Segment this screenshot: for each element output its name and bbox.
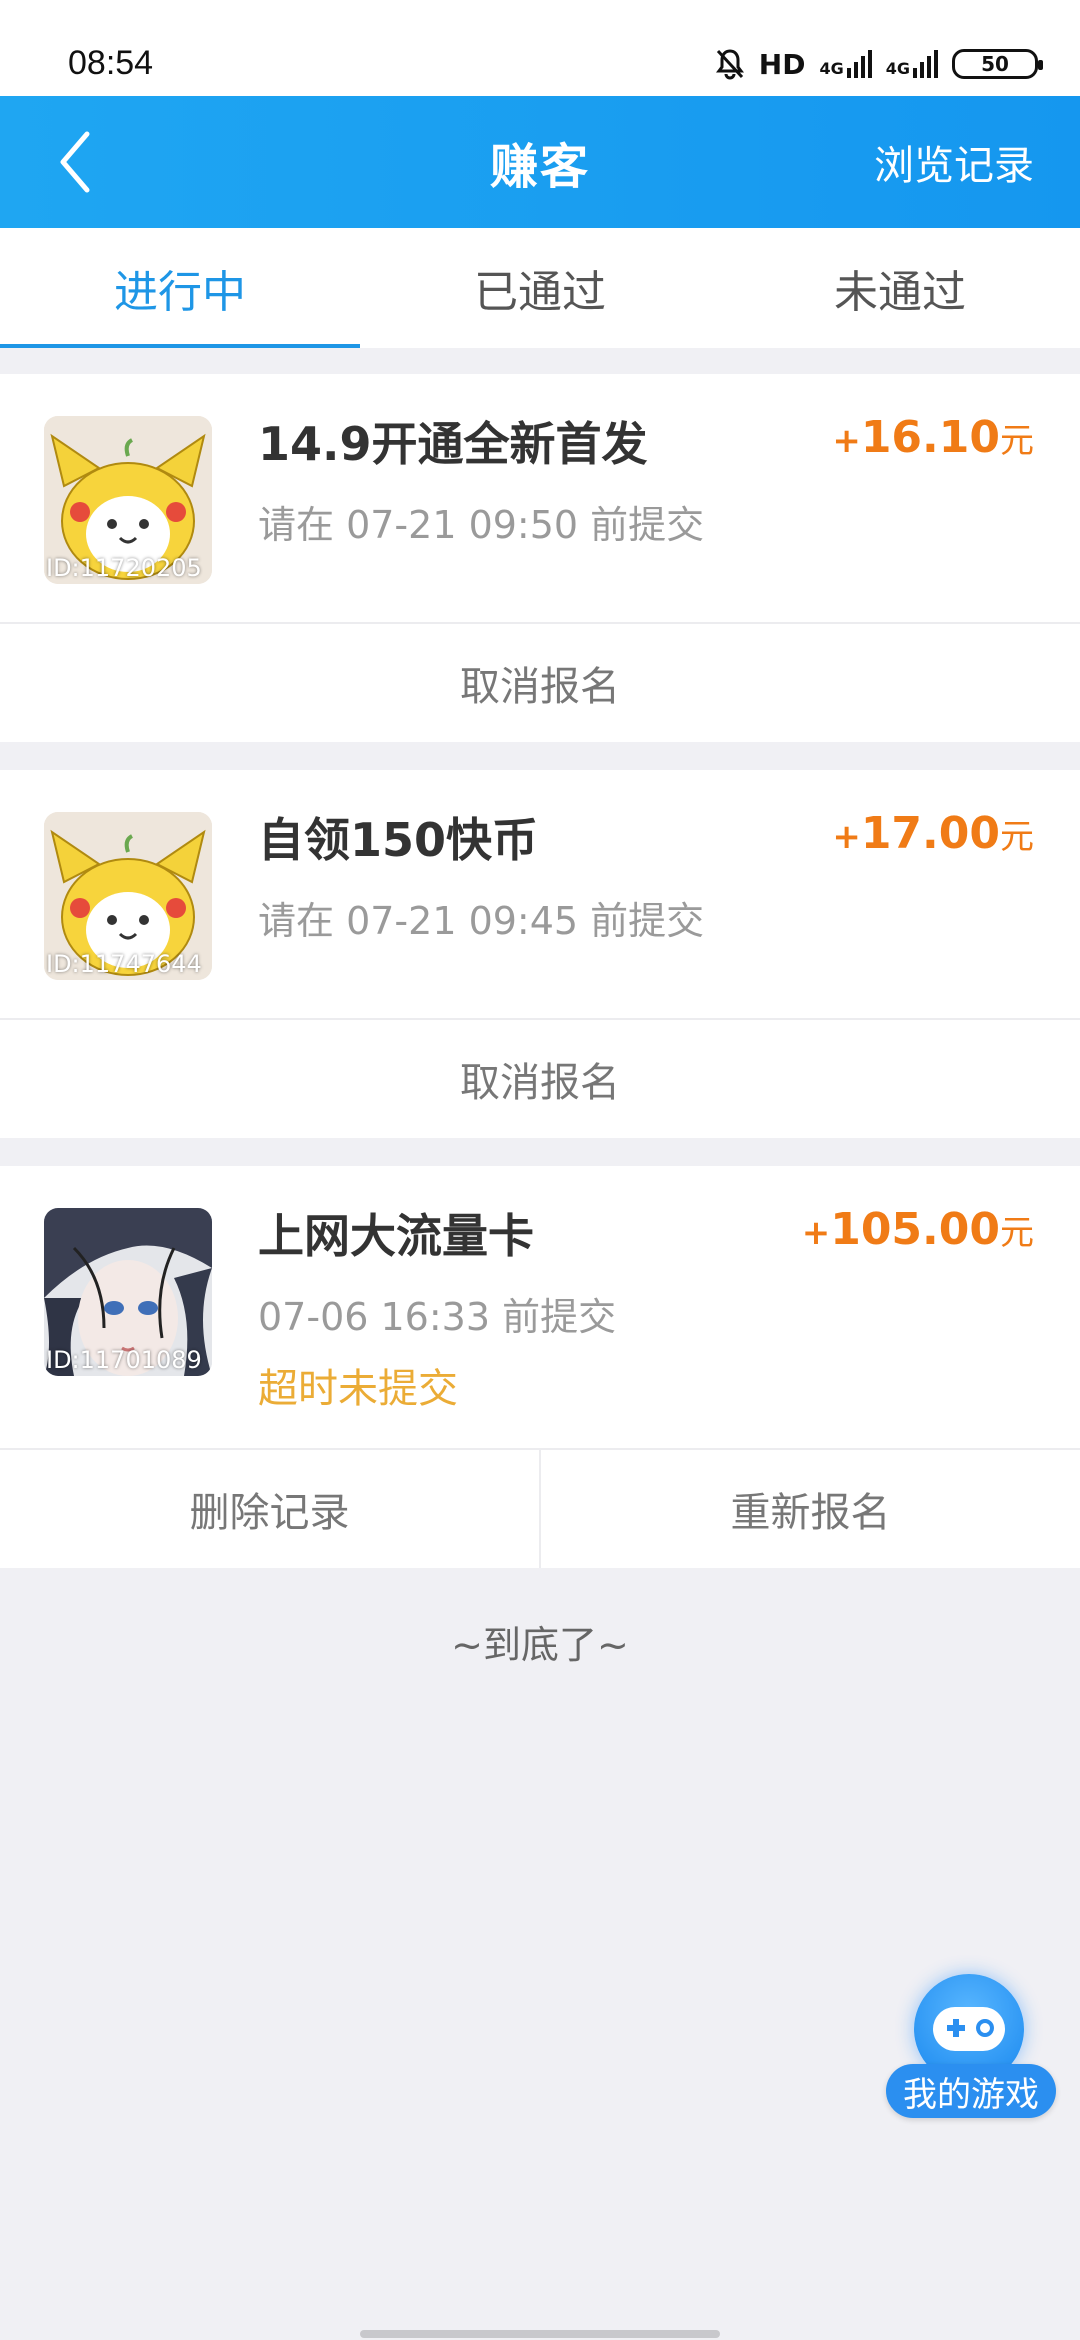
task-reward: +105.00元 <box>801 1204 1034 1255</box>
signal-4g-1: 4G <box>819 50 872 78</box>
status-bar: 08:54 HD 4G 4G 50 <box>0 0 1080 96</box>
hd-label: HD <box>758 47 806 81</box>
task-avatar: ID:11701089 <box>44 1208 212 1376</box>
task-id: ID:11747644 <box>46 950 202 978</box>
task-title: 自领150快币 <box>258 813 539 867</box>
task-reward: +17.00元 <box>832 808 1034 859</box>
end-of-list-text: ~到底了~ <box>451 1623 629 1667</box>
browse-history-link[interactable]: 浏览记录 <box>874 96 1034 228</box>
task-id: ID:11720205 <box>46 554 202 582</box>
battery-icon: 50 <box>952 49 1043 79</box>
re-signup-button[interactable]: 重新报名 <box>539 1450 1080 1568</box>
task-card[interactable]: ID:11701089 上网大流量卡 07-06 16:33 前提交 超时未提交… <box>0 1166 1080 1568</box>
tab-in-progress[interactable]: 进行中 <box>0 228 360 348</box>
cancel-signup-button[interactable]: 取消报名 <box>0 1020 1080 1138</box>
task-title: 14.9开通全新首发 <box>258 417 648 471</box>
task-avatar: ID:11747644 <box>44 812 212 980</box>
task-id: ID:11701089 <box>46 1346 202 1374</box>
task-reward: +16.10元 <box>832 412 1034 463</box>
delete-record-button[interactable]: 删除记录 <box>0 1450 539 1568</box>
home-indicator[interactable] <box>360 2330 720 2338</box>
task-actions: 取消报名 <box>0 624 1080 742</box>
task-actions: 删除记录 重新报名 <box>0 1450 1080 1568</box>
task-deadline: 07-06 16:33 前提交 <box>258 1295 617 1339</box>
task-status-badge: 超时未提交 <box>258 1366 458 1412</box>
status-time: 08:54 <box>68 44 154 82</box>
task-actions: 取消报名 <box>0 1020 1080 1138</box>
tab-passed[interactable]: 已通过 <box>360 228 720 348</box>
fab-label: 我的游戏 <box>886 2064 1056 2118</box>
cancel-signup-button[interactable]: 取消报名 <box>0 624 1080 742</box>
gamepad-icon <box>933 2007 1005 2051</box>
status-icons: HD 4G 4G 50 <box>715 44 1043 84</box>
tab-failed[interactable]: 未通过 <box>720 228 1080 348</box>
task-deadline: 请在 07-21 09:50 前提交 <box>258 503 705 547</box>
app-header: 赚客 浏览记录 <box>0 96 1080 228</box>
bell-mute-icon <box>715 49 744 80</box>
task-card[interactable]: ID:11720205 14.9开通全新首发 请在 07-21 09:50 前提… <box>0 374 1080 742</box>
tab-bar: 进行中 已通过 未通过 <box>0 228 1080 348</box>
task-card[interactable]: ID:11747644 自领150快币 请在 07-21 09:45 前提交 +… <box>0 770 1080 1138</box>
task-avatar: ID:11720205 <box>44 416 212 584</box>
task-title: 上网大流量卡 <box>258 1209 534 1263</box>
signal-4g-2: 4G <box>886 50 938 78</box>
my-games-button[interactable]: 我的游戏 <box>886 1974 1062 2124</box>
task-deadline: 请在 07-21 09:45 前提交 <box>258 899 705 943</box>
